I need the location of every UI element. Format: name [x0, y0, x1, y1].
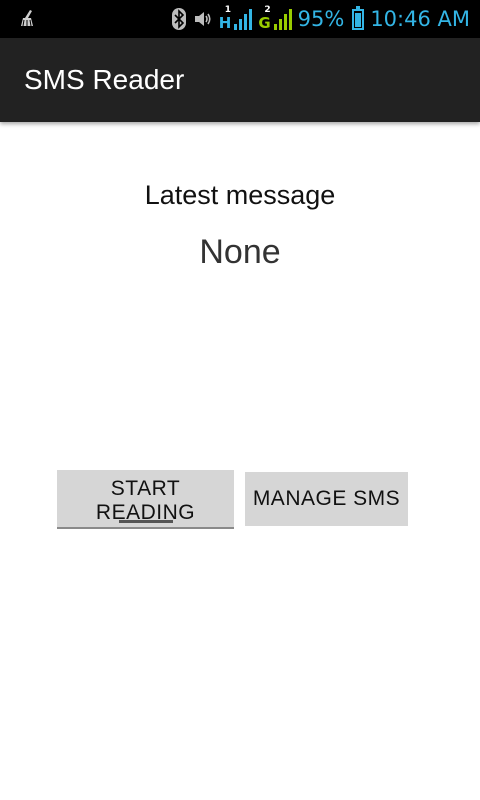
signal-icon: 1 H [218, 5, 253, 32]
sim-1-tag: 1 [224, 5, 232, 15]
status-bar: 1 H 2 G 95% 10:46 AM [0, 0, 480, 38]
network-type-1: H [218, 14, 232, 32]
clock: 10:46 AM [370, 7, 470, 31]
app-title: SMS Reader [24, 64, 185, 95]
manage-sms-button[interactable]: MANAGE SMS [245, 472, 408, 526]
cleaner-icon [18, 8, 38, 32]
latest-message-value: None [199, 233, 281, 271]
battery-percent: 95% [297, 7, 345, 31]
battery-icon [352, 5, 365, 30]
sim-2-tag: 2 [264, 5, 271, 15]
start-reading-button[interactable]: START READING [57, 470, 234, 529]
focus-underline [119, 520, 173, 523]
network-type-2: G [258, 14, 271, 32]
latest-message-label: Latest message [144, 180, 336, 210]
bluetooth-icon [171, 8, 187, 30]
signal-icon: 2 G [258, 5, 292, 32]
start-reading-label-line1: START [110, 477, 181, 500]
volume-icon [193, 9, 213, 29]
action-bar: SMS Reader [0, 38, 480, 122]
